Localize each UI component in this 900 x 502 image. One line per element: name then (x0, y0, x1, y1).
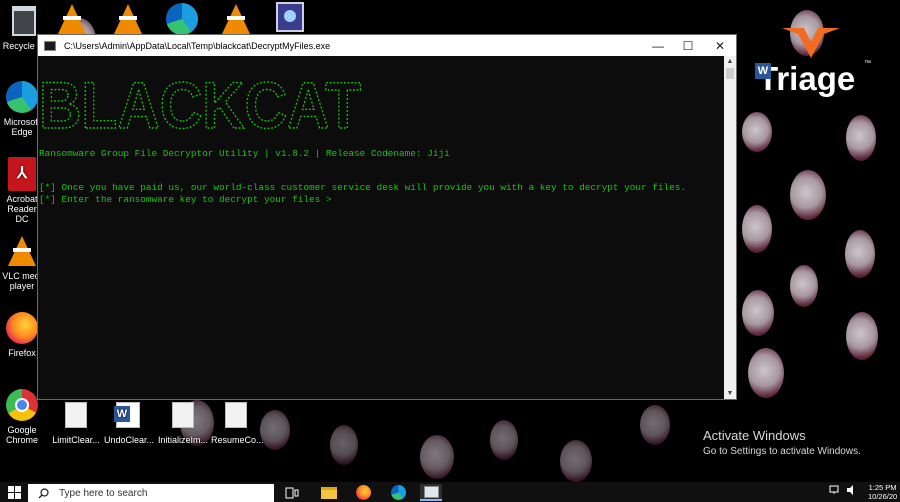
wallpaper-blob (742, 112, 772, 152)
desktop-icon-limitclear[interactable]: LimitClear... (52, 398, 100, 445)
wallpaper-blob (790, 170, 826, 220)
wallpaper-blob (560, 440, 592, 482)
edge-icon (390, 485, 406, 500)
task-view-button[interactable] (281, 484, 303, 501)
taskbar-firefox[interactable] (352, 484, 374, 501)
desktop-icon-initializeim[interactable]: InitializeIm... (157, 398, 209, 445)
edge-icon (166, 3, 198, 35)
desktop-icon-label: UndoClear... (104, 435, 155, 445)
folder-icon (321, 486, 337, 499)
banner-text: BLACKCAT (39, 74, 361, 136)
firefox-icon (6, 312, 38, 344)
desktop-icon-label: Google Chrome (5, 425, 38, 445)
vlc-icon (222, 4, 250, 34)
clock-time: 1:25 PM (868, 483, 897, 492)
start-button[interactable] (0, 482, 28, 502)
clock[interactable]: 1:25 PM 10/26/20 (868, 483, 897, 501)
wallpaper-blob (420, 435, 454, 479)
taskbar-console-active[interactable] (420, 484, 442, 501)
window-title: C:\Users\Admin\AppData\Local\Temp\blackc… (64, 40, 331, 51)
search-icon (38, 487, 49, 498)
wallpaper-blob (330, 425, 358, 465)
wallpaper-blob (640, 405, 670, 445)
desktop-icon-label: ResumeCo... (211, 435, 264, 445)
search-placeholder: Type here to search (59, 487, 148, 499)
taskbar-search-box[interactable]: Type here to search (28, 484, 274, 502)
console-line-header: Ransomware Group File Decryptor Utility … (39, 148, 450, 159)
scroll-thumb[interactable] (726, 68, 734, 79)
scroll-down-arrow-icon[interactable]: ▼ (724, 388, 736, 399)
trademark-symbol: ™ (864, 60, 871, 67)
network-tray[interactable] (829, 485, 841, 497)
console-line-info: [*] Once you have paid us, our world-cla… (39, 182, 686, 193)
triage-mark-icon (782, 28, 840, 58)
scroll-up-arrow-icon[interactable]: ▲ (724, 56, 736, 67)
edge-icon (6, 81, 38, 113)
chrome-icon (6, 389, 38, 421)
vlc-icon (58, 4, 86, 34)
console-app-icon (44, 40, 56, 51)
wallpaper-blob (742, 205, 772, 253)
blackcat-ascii-banner: BLACKCAT (39, 74, 362, 136)
desktop-icon-cdrom[interactable] (268, 0, 312, 37)
vlc-icon (8, 236, 36, 266)
minimize-button[interactable]: — (642, 35, 674, 56)
console-scrollbar[interactable]: ▲ ▼ (724, 56, 736, 399)
task-view-icon (285, 487, 299, 498)
activate-windows-subtitle: Go to Settings to activate Windows. (703, 446, 861, 457)
activate-windows-title: Activate Windows (703, 428, 806, 443)
firefox-icon (355, 485, 371, 500)
acrobat-icon: ⅄ (8, 157, 36, 191)
volume-icon (847, 485, 853, 495)
wallpaper-blob (742, 290, 774, 336)
maximize-button[interactable]: ☐ (672, 35, 704, 56)
vlc-icon (114, 4, 142, 34)
taskbar-edge[interactable] (387, 484, 409, 501)
console-window[interactable]: C:\Users\Admin\AppData\Local\Temp\blackc… (37, 34, 737, 400)
activate-windows-notice: Activate Windows Go to Settings to activ… (703, 428, 861, 457)
desktop-icon-undoclear[interactable]: UndoClear... (104, 398, 155, 445)
console-app-icon (423, 485, 439, 498)
document-icon (172, 402, 194, 428)
clock-date: 10/26/20 (868, 492, 898, 501)
close-button[interactable]: ✕ (704, 35, 736, 56)
wallpaper-blob (748, 348, 784, 398)
console-output[interactable]: BLACKCAT Ransomware Group File Decryptor… (38, 56, 724, 399)
window-titlebar[interactable]: C:\Users\Admin\AppData\Local\Temp\blackc… (38, 35, 736, 56)
triage-logo: Triage ™ (752, 28, 872, 98)
taskbar: Type here to search 1:25 PM 10/26/20 (0, 482, 900, 502)
taskbar-file-explorer[interactable] (318, 484, 340, 501)
wallpaper-blob (490, 420, 518, 460)
wallpaper-blob (260, 410, 290, 450)
recycle-bin-icon (12, 6, 36, 36)
desktop-icon-label: InitializeIm... (157, 435, 208, 445)
desktop-icon-label: LimitClear... (52, 435, 100, 445)
wallpaper-blob (845, 230, 875, 278)
wallpaper-blob (790, 265, 818, 307)
wallpaper-blob (846, 312, 878, 360)
wallpaper-blob (846, 115, 876, 161)
document-icon (225, 402, 247, 428)
volume-tray[interactable] (846, 485, 857, 497)
windows-logo-icon (7, 485, 21, 499)
console-line-prompt: [*] Enter the ransomware key to decrypt … (39, 194, 332, 205)
desktop-icon-resumeco[interactable]: ResumeCo... (211, 398, 264, 445)
network-icon (829, 485, 839, 494)
word-document-icon (114, 402, 140, 428)
disc-drive-icon (276, 2, 304, 32)
document-icon (65, 402, 87, 428)
triage-wordmark: Triage (754, 60, 855, 98)
